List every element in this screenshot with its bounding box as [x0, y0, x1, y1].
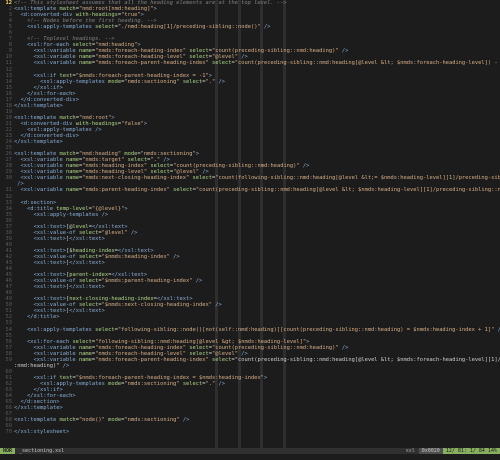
code-editor[interactable]: 12 <!-- This stylesheet assumes that all …: [0, 0, 500, 448]
line-content: </xsl:stylesheet>: [14, 429, 70, 436]
command-line[interactable]: [0, 454, 500, 460]
line-number: 70: [5, 429, 13, 436]
code-line[interactable]: 70 </xsl:stylesheet>: [0, 429, 500, 435]
code-lines[interactable]: 12 <!-- This stylesheet assumes that all …: [0, 0, 500, 435]
